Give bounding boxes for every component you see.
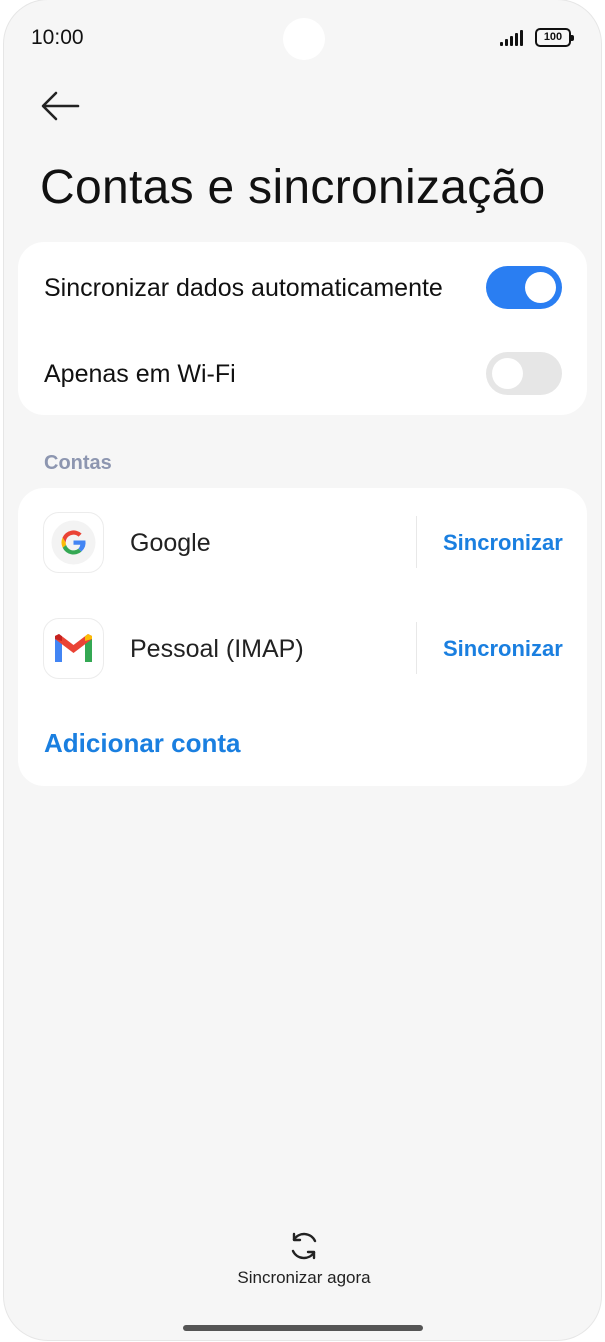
accounts-card: Google Sincronizar Pessoal (IMAP) Sincro… bbox=[18, 488, 587, 786]
signal-icon bbox=[500, 30, 526, 46]
front-camera bbox=[283, 18, 325, 60]
account-row-google[interactable]: Google Sincronizar bbox=[18, 492, 587, 592]
sync-icon bbox=[291, 1232, 317, 1260]
account-name-imap: Pessoal (IMAP) bbox=[130, 635, 304, 663]
wifi-only-row[interactable]: Apenas em Wi-Fi bbox=[18, 330, 587, 416]
sync-google-button[interactable]: Sincronizar bbox=[443, 530, 563, 556]
gmail-icon bbox=[43, 618, 104, 679]
back-button[interactable] bbox=[38, 86, 82, 126]
auto-sync-toggle[interactable] bbox=[486, 266, 562, 309]
arrow-left-icon bbox=[41, 91, 80, 121]
wifi-only-toggle[interactable] bbox=[486, 352, 562, 395]
sync-now-button[interactable]: Sincronizar agora bbox=[204, 1228, 404, 1290]
accounts-section-title: Contas bbox=[44, 452, 112, 474]
toggle-knob bbox=[492, 358, 523, 389]
row-divider bbox=[416, 516, 417, 568]
sync-settings-card: Sincronizar dados automaticamente Apenas… bbox=[18, 242, 587, 415]
add-account-button[interactable]: Adicionar conta bbox=[44, 728, 240, 759]
auto-sync-row[interactable]: Sincronizar dados automaticamente bbox=[18, 244, 587, 330]
account-name-google: Google bbox=[130, 529, 211, 557]
page-title: Contas e sincronização bbox=[40, 161, 546, 214]
status-time: 10:00 bbox=[31, 26, 84, 49]
toggle-knob bbox=[525, 272, 556, 303]
home-indicator[interactable] bbox=[183, 1325, 423, 1331]
sync-now-label: Sincronizar agora bbox=[237, 1268, 371, 1287]
sync-imap-button[interactable]: Sincronizar bbox=[443, 636, 563, 662]
phone-screen: 10:00 100 Contas e sincronização Sincron… bbox=[4, 0, 601, 1340]
google-icon bbox=[43, 512, 104, 573]
wifi-only-label: Apenas em Wi-Fi bbox=[44, 360, 236, 388]
account-row-imap[interactable]: Pessoal (IMAP) Sincronizar bbox=[18, 598, 587, 698]
auto-sync-label: Sincronizar dados automaticamente bbox=[44, 274, 443, 302]
row-divider bbox=[416, 622, 417, 674]
battery-icon: 100 bbox=[535, 28, 574, 47]
